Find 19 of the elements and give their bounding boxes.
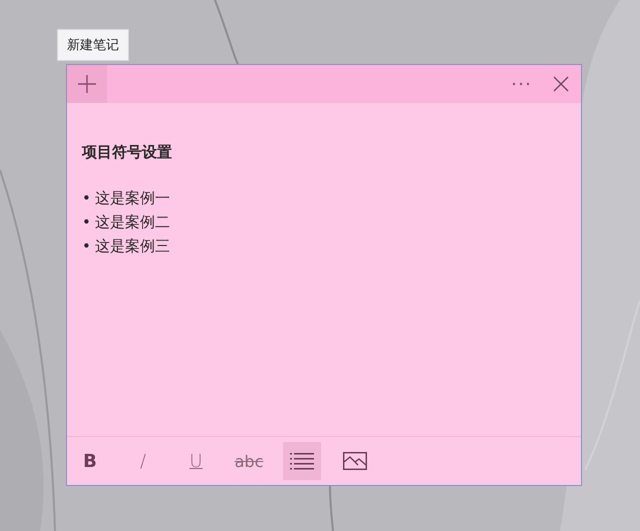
bullet: • bbox=[82, 188, 91, 209]
underline-button[interactable]: U bbox=[177, 442, 215, 480]
bullets-button[interactable] bbox=[283, 442, 321, 480]
list-item: 这是案例一 bbox=[94, 188, 170, 209]
more-icon bbox=[512, 82, 530, 86]
list-icon bbox=[290, 452, 314, 470]
close-icon bbox=[553, 76, 569, 92]
bullet: • bbox=[82, 212, 91, 233]
list-item: 这是案例二 bbox=[94, 212, 170, 233]
note-heading: 项目符号设置 bbox=[82, 143, 173, 162]
new-note-button[interactable] bbox=[67, 65, 107, 103]
plus-icon bbox=[77, 74, 97, 94]
image-icon bbox=[343, 452, 367, 470]
bold-button[interactable]: B bbox=[71, 442, 109, 480]
list-item: 这是案例三 bbox=[94, 236, 170, 257]
tooltip: 新建笔记 bbox=[57, 29, 129, 61]
strike-button[interactable]: abc bbox=[230, 442, 268, 480]
italic-button[interactable]: / bbox=[124, 442, 162, 480]
bullet: • bbox=[82, 236, 91, 257]
